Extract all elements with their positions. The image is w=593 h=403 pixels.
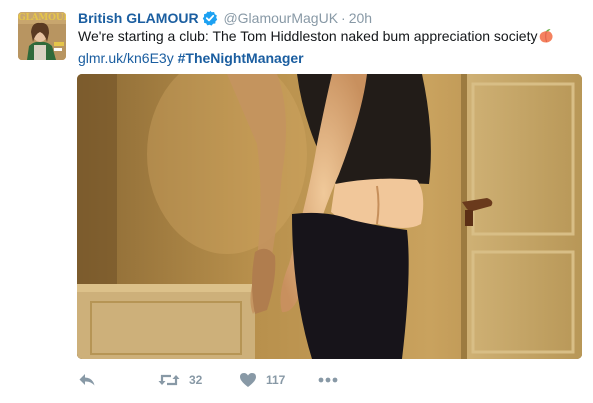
reply-button[interactable] (78, 369, 96, 391)
tweet: GLAMOUR British GLAMOUR @GlamourMagUK · 20… (0, 0, 593, 403)
avatar-logo: GLAMOUR (18, 13, 66, 23)
separator-dot: · (341, 10, 346, 26)
retweet-count: 32 (189, 373, 203, 387)
avatar[interactable]: GLAMOUR (18, 12, 66, 60)
hashtag-link[interactable]: #TheNightManager (178, 50, 304, 66)
display-name[interactable]: British GLAMOUR (78, 10, 199, 26)
like-button[interactable]: 117 (239, 369, 285, 391)
retweet-button[interactable]: 32 (158, 369, 202, 391)
tweet-text: We're starting a club: The Tom Hiddlesto… (78, 27, 583, 68)
more-options-button[interactable] (318, 369, 338, 391)
tweet-link[interactable]: glmr.uk/kn6E3y (78, 50, 174, 66)
tweet-timestamp[interactable]: 20h (349, 10, 372, 26)
retweet-icon (158, 372, 180, 388)
more-icon (318, 377, 338, 383)
peach-emoji-icon (538, 28, 554, 49)
tweet-media-photo[interactable] (77, 74, 582, 359)
tweet-body: We're starting a club: The Tom Hiddlesto… (78, 28, 538, 44)
tweet-actions: 32 117 (78, 369, 478, 391)
user-handle[interactable]: @GlamourMagUK (223, 10, 338, 26)
tweet-header: British GLAMOUR @GlamourMagUK · 20h (78, 9, 372, 27)
heart-icon (239, 372, 257, 388)
reply-icon (78, 372, 96, 388)
like-count: 117 (266, 373, 286, 387)
